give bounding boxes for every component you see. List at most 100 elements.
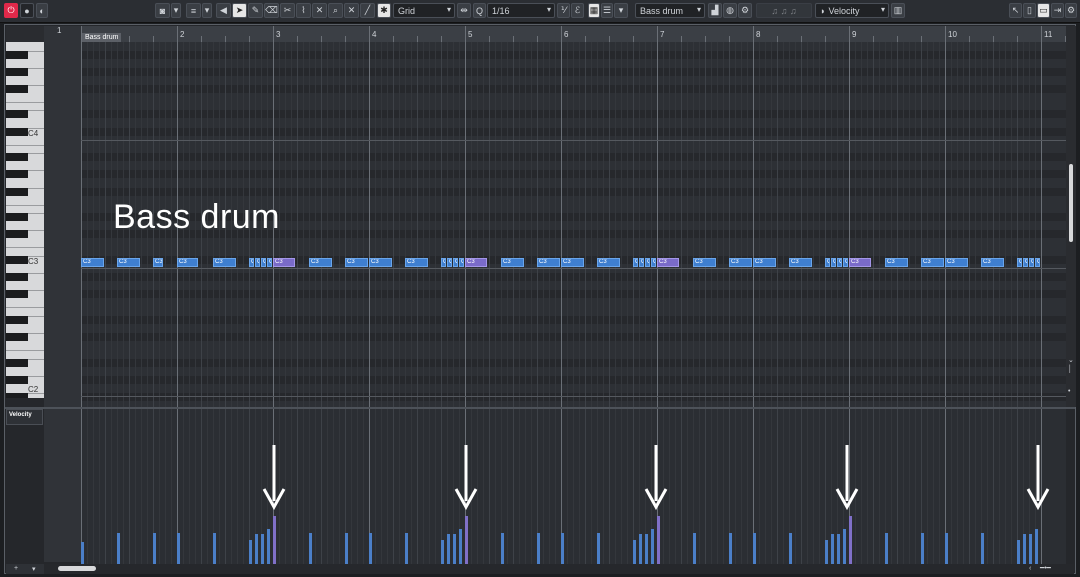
velocity-bar[interactable]	[693, 533, 696, 564]
record-icon[interactable]: ●	[20, 3, 34, 18]
camera-icon[interactable]: ◙	[155, 3, 170, 18]
midi-note[interactable]: C	[639, 258, 644, 267]
midi-note[interactable]: C	[633, 258, 638, 267]
velocity-bar[interactable]	[753, 533, 756, 564]
info-icon[interactable]: ▟	[708, 3, 722, 18]
velocity-bar[interactable]	[981, 533, 984, 564]
velocity-bar[interactable]	[441, 540, 444, 564]
velocity-bar[interactable]	[729, 533, 732, 564]
velocity-bar[interactable]	[117, 533, 120, 564]
black-key[interactable]	[6, 392, 28, 398]
add-lane-icon[interactable]: +	[14, 565, 18, 572]
chevron-down-icon[interactable]: ▾	[171, 3, 181, 18]
black-key[interactable]	[6, 230, 28, 239]
black-key[interactable]	[6, 50, 28, 59]
piano-icon[interactable]: ▥	[891, 3, 905, 18]
midi-note[interactable]: C3	[729, 258, 752, 267]
velocity-bar[interactable]	[633, 540, 636, 564]
midi-note[interactable]: C3	[501, 258, 524, 267]
velocity-bar[interactable]	[261, 534, 264, 564]
midi-note[interactable]: C3	[309, 258, 332, 267]
mute-icon[interactable]: ✕	[312, 3, 327, 18]
velocity-bar[interactable]	[837, 534, 840, 564]
black-key[interactable]	[6, 67, 28, 76]
midi-note[interactable]: C	[831, 258, 836, 267]
midi-note[interactable]: C	[1035, 258, 1040, 267]
export-icon[interactable]: ⇥	[1051, 3, 1064, 18]
midi-note[interactable]: C3	[273, 258, 295, 267]
velocity-bar[interactable]	[255, 534, 258, 564]
velocity-bar[interactable]	[789, 533, 792, 564]
eraser-icon[interactable]: ⌫	[264, 3, 279, 18]
midi-note[interactable]: C3	[753, 258, 776, 267]
black-key[interactable]	[6, 358, 28, 367]
velocity-bar[interactable]	[1029, 534, 1032, 564]
monitor-icon[interactable]: ◐	[36, 3, 48, 18]
midi-note[interactable]: C	[267, 258, 272, 267]
velocity-bar[interactable]	[501, 533, 504, 564]
pencil-icon[interactable]: ✎	[248, 3, 263, 18]
black-key[interactable]	[6, 153, 28, 162]
chevron-down-icon[interactable]: ▾	[614, 3, 628, 18]
black-key[interactable]	[6, 170, 28, 179]
velocity-bar[interactable]	[1023, 534, 1026, 564]
velocity-bar[interactable]	[1017, 540, 1020, 564]
midi-note[interactable]: C	[441, 258, 446, 267]
lines-icon[interactable]: ≡	[186, 3, 201, 18]
velocity-bar[interactable]	[921, 533, 924, 564]
velocity-bar[interactable]	[639, 534, 642, 564]
velocity-bar[interactable]	[1035, 529, 1038, 564]
velocity-bar[interactable]	[249, 540, 252, 564]
lane-menu-icon[interactable]: ▾	[32, 565, 36, 573]
midi-note[interactable]: C3	[81, 258, 104, 267]
midi-note[interactable]: C	[651, 258, 656, 267]
zoom-horizontal-icon[interactable]: ━•━	[1040, 564, 1051, 572]
midi-note[interactable]: C3	[405, 258, 428, 267]
pointer-icon[interactable]: ↖	[1009, 3, 1022, 18]
part-select[interactable]: Bass drum ▾	[635, 3, 705, 18]
midi-note[interactable]: C	[453, 258, 458, 267]
midi-note[interactable]: C3	[885, 258, 908, 267]
midi-note[interactable]: C3	[849, 258, 871, 267]
chevron-down-icon[interactable]: ▾	[202, 3, 212, 18]
midi-note[interactable]: C	[459, 258, 464, 267]
black-key[interactable]	[6, 290, 28, 299]
snap-type-select[interactable]: Grid ▾	[393, 3, 455, 18]
black-key[interactable]	[6, 273, 28, 282]
zoom-icon[interactable]: ⌕	[328, 3, 343, 18]
editor-icon[interactable]: ▦	[588, 3, 600, 18]
midi-note[interactable]: C3	[177, 258, 198, 267]
black-key[interactable]	[6, 256, 28, 264]
midi-note[interactable]: C	[825, 258, 830, 267]
midi-note[interactable]: C3	[561, 258, 584, 267]
snap-mode-icon[interactable]: ⇹	[457, 3, 471, 18]
velocity-bar[interactable]	[561, 533, 564, 564]
midi-note[interactable]: C3	[789, 258, 812, 267]
midi-note[interactable]: C3	[657, 258, 679, 267]
midi-note[interactable]: C3	[213, 258, 236, 267]
velocity-bar[interactable]	[213, 533, 216, 564]
vertical-scroll-thumb[interactable]	[1069, 164, 1073, 242]
black-key[interactable]	[6, 375, 28, 384]
black-key[interactable]	[6, 187, 28, 196]
velocity-bar[interactable]	[309, 533, 312, 564]
midi-note[interactable]: C	[255, 258, 260, 267]
midi-note[interactable]: C3	[693, 258, 716, 267]
gear-icon[interactable]: ⚙	[1065, 3, 1077, 18]
black-key[interactable]	[6, 333, 28, 342]
midi-note[interactable]: C	[1029, 258, 1034, 267]
velocity-bar[interactable]	[885, 533, 888, 564]
black-key[interactable]	[6, 213, 28, 222]
velocity-bar[interactable]	[81, 542, 84, 564]
panel-icon[interactable]: ▭	[1037, 3, 1050, 18]
settings-icon[interactable]: ⚙	[738, 3, 752, 18]
snap-icon[interactable]: ✱	[377, 3, 391, 18]
horizontal-scrollbar[interactable]: ‹ ━•━	[44, 564, 1074, 574]
glue-icon[interactable]: ⌇	[296, 3, 311, 18]
zoom-slider-icon[interactable]: │	[1068, 366, 1072, 373]
midi-note[interactable]: C	[249, 258, 254, 267]
velocity-bar[interactable]	[345, 533, 348, 564]
step-icon[interactable]: ☰	[601, 3, 613, 18]
midi-note[interactable]: C3	[465, 258, 487, 267]
midi-note[interactable]: C	[261, 258, 266, 267]
